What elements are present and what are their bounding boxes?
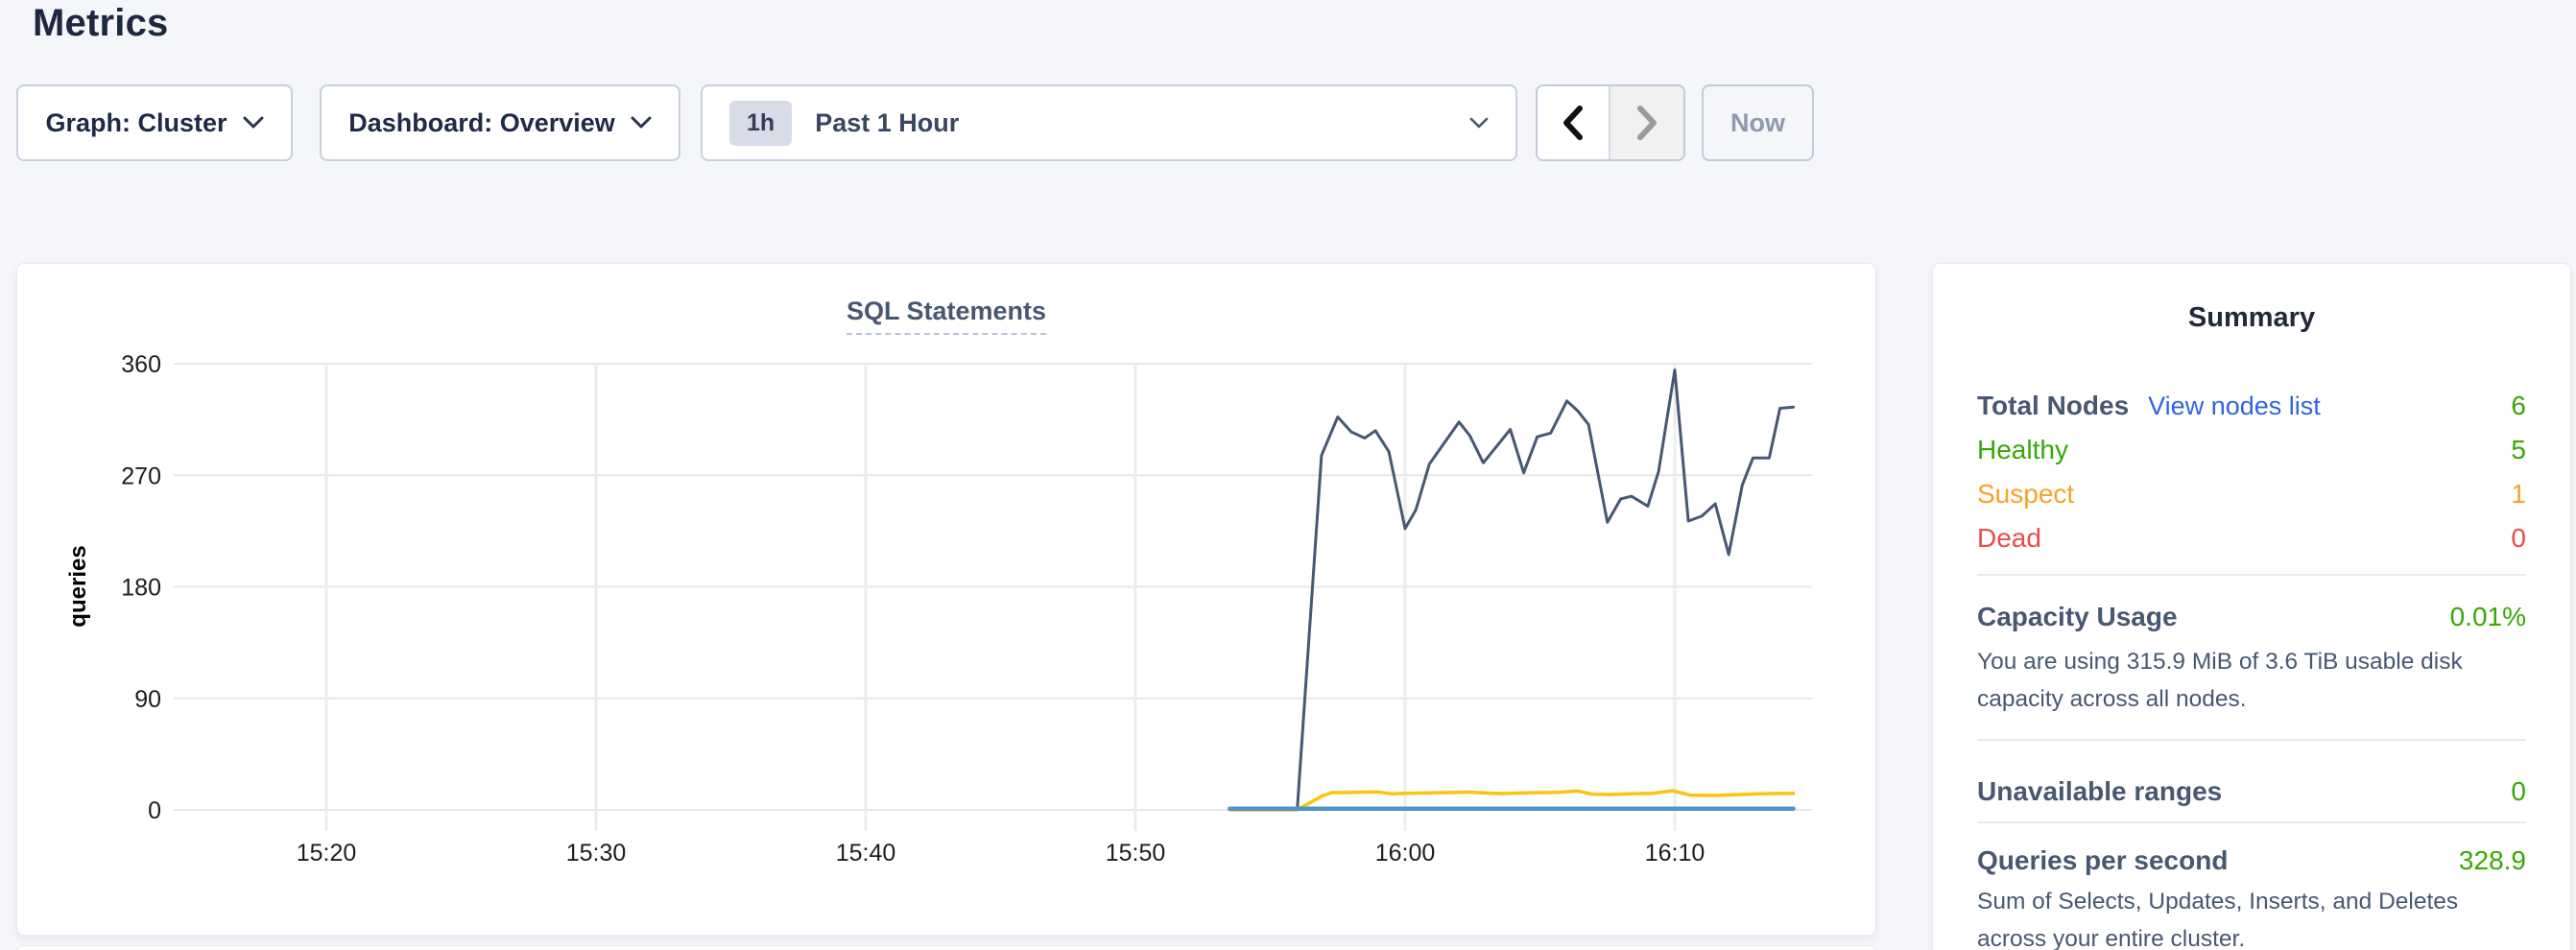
divider xyxy=(1977,821,2526,823)
dashboard-dropdown[interactable]: Dashboard: Overview xyxy=(320,84,680,161)
dead-nodes-row: Dead 0 xyxy=(1977,516,2526,560)
sql-statements-chart[interactable]: 0 90 180 270 360 15:20 15:30 15:40 15:50 16:00 16:… xyxy=(17,264,1877,937)
queries-per-second-label: Queries per second xyxy=(1977,845,2228,876)
svg-text:16:10: 16:10 xyxy=(1645,840,1705,867)
queries-per-second-description: Sum of Selects, Updates, Inserts, and De… xyxy=(1977,883,2526,950)
chevron-down-icon xyxy=(1469,117,1489,130)
svg-text:180: 180 xyxy=(121,575,161,602)
chevron-down-icon xyxy=(631,116,652,130)
previous-time-button[interactable] xyxy=(1538,86,1610,159)
queries-per-second-value: 328.9 xyxy=(2459,845,2526,876)
chevron-left-icon xyxy=(1560,104,1586,142)
svg-text:15:20: 15:20 xyxy=(297,840,357,867)
queries-per-second-row: Queries per second 328.9 xyxy=(1977,839,2526,883)
suspect-nodes-row: Suspect 1 xyxy=(1977,472,2526,516)
now-button[interactable]: Now xyxy=(1702,84,1814,161)
dead-label: Dead xyxy=(1977,523,2041,554)
dashboard-dropdown-label: Dashboard: Overview xyxy=(348,108,615,138)
suspect-value: 1 xyxy=(2511,479,2526,510)
unavailable-ranges-label: Unavailable ranges xyxy=(1977,776,2222,807)
page-title: Metrics xyxy=(33,2,168,45)
svg-text:15:50: 15:50 xyxy=(1106,840,1166,867)
dead-value: 0 xyxy=(2511,523,2526,554)
graph-dropdown-label: Graph: Cluster xyxy=(45,108,227,138)
svg-text:270: 270 xyxy=(121,463,161,489)
total-nodes-value: 6 xyxy=(2511,391,2526,421)
suspect-label: Suspect xyxy=(1977,479,2074,510)
capacity-usage-label: Capacity Usage xyxy=(1977,602,2178,632)
svg-text:360: 360 xyxy=(121,351,161,378)
time-range-selector[interactable]: 1h Past 1 Hour xyxy=(701,84,1517,161)
chevron-down-icon xyxy=(243,116,264,130)
svg-text:15:30: 15:30 xyxy=(566,840,627,867)
healthy-value: 5 xyxy=(2511,435,2526,465)
capacity-usage-row: Capacity Usage 0.01% xyxy=(1977,595,2526,639)
svg-text:queries: queries xyxy=(65,545,91,627)
capacity-usage-description: You are using 315.9 MiB of 3.6 TiB usabl… xyxy=(1977,643,2526,718)
summary-panel: Summary Total Nodes View nodes list 6 He… xyxy=(1932,263,2571,950)
total-nodes-label: Total Nodes xyxy=(1977,391,2129,421)
divider xyxy=(1977,739,2526,741)
divider xyxy=(1977,574,2526,576)
total-nodes-row: Total Nodes View nodes list 6 xyxy=(1977,384,2526,428)
view-nodes-list-link[interactable]: View nodes list xyxy=(2148,392,2321,421)
capacity-usage-value: 0.01% xyxy=(2450,602,2526,632)
chevron-right-icon xyxy=(1634,104,1660,142)
svg-text:0: 0 xyxy=(148,797,161,824)
unavailable-ranges-value: 0 xyxy=(2511,776,2526,807)
summary-heading: Summary xyxy=(1977,302,2526,334)
healthy-nodes-row: Healthy 5 xyxy=(1977,428,2526,472)
svg-text:90: 90 xyxy=(134,686,161,713)
svg-text:16:00: 16:00 xyxy=(1375,840,1436,867)
time-range-badge: 1h xyxy=(729,101,792,146)
svg-text:15:40: 15:40 xyxy=(836,840,896,867)
graph-dropdown[interactable]: Graph: Cluster xyxy=(16,84,293,161)
sql-statements-chart-card: SQL Statements 09018027036015:2015:3015:… xyxy=(16,263,1876,936)
next-time-button[interactable] xyxy=(1610,86,1683,159)
node-status-rows: Total Nodes View nodes list 6 Healthy 5 … xyxy=(1977,384,2526,560)
unavailable-ranges-row: Unavailable ranges 0 xyxy=(1977,770,2526,814)
next-chart-card xyxy=(16,945,1876,950)
metrics-page: { "page": { "title": "Metrics", "backgro… xyxy=(0,0,2576,950)
healthy-label: Healthy xyxy=(1977,435,2068,465)
time-range-label: Past 1 Hour xyxy=(815,108,1469,138)
time-step-button-group xyxy=(1536,84,1685,161)
